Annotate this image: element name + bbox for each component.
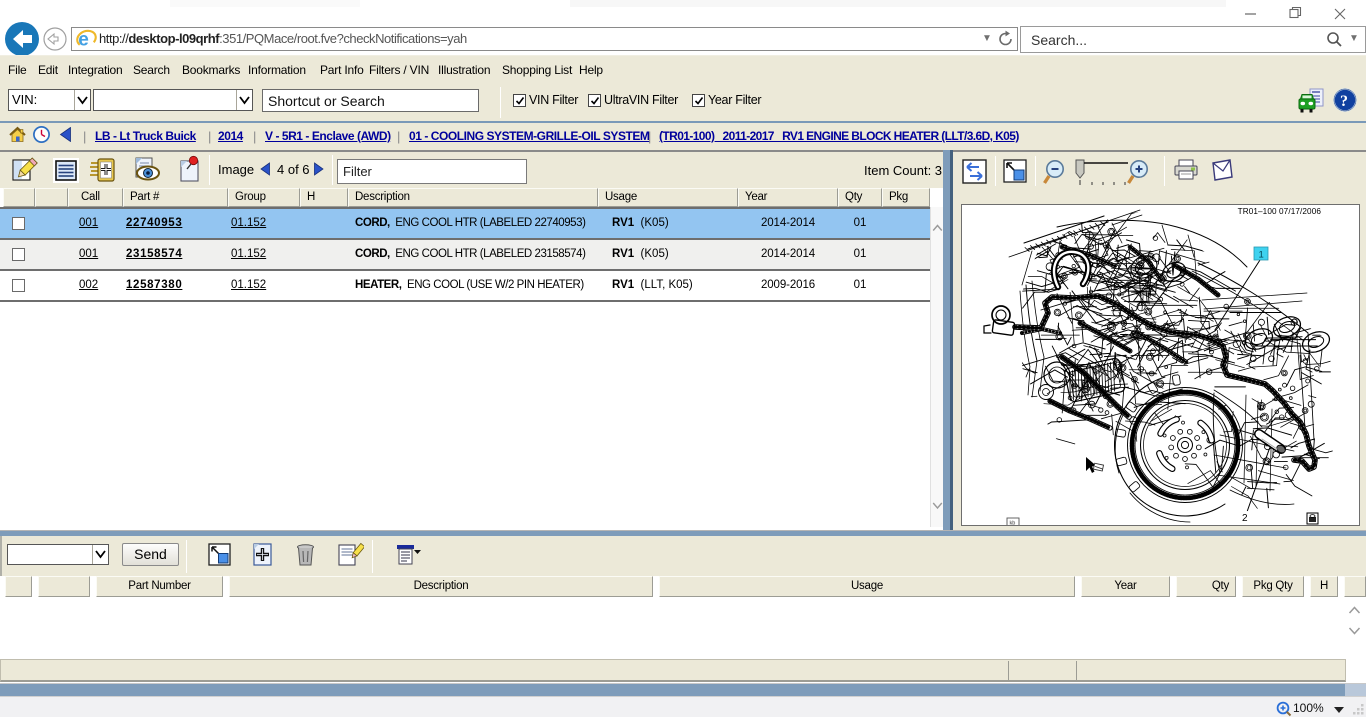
svg-text:TR01–100 07/17/2006: TR01–100 07/17/2006 [1238,207,1322,216]
svg-text:kb: kb [1010,521,1016,526]
svg-text:1: 1 [1259,250,1264,261]
svg-text:2: 2 [1242,513,1248,524]
svg-text:?: ? [1340,93,1348,110]
